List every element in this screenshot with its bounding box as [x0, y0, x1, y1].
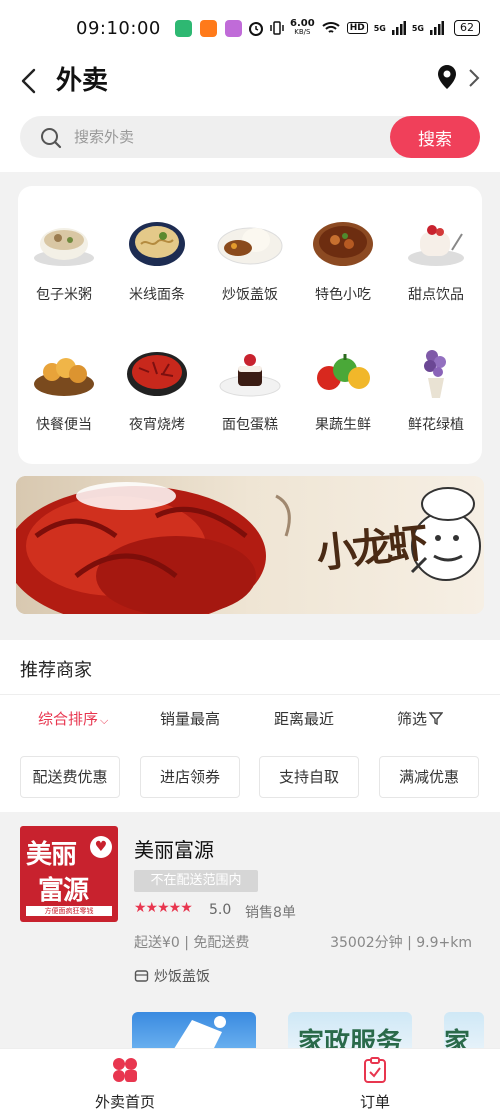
divider: [0, 694, 500, 695]
category-item[interactable]: 夜宵烧烤: [111, 344, 203, 434]
flower-icon: [402, 344, 470, 400]
heart-icon: ♥: [90, 836, 112, 858]
search-bar-container: 搜索: [0, 106, 500, 172]
app-notification-icon: [224, 19, 242, 37]
tag-store-coupon[interactable]: 进店领券: [140, 756, 240, 798]
tag-full-reduction[interactable]: 满减优惠: [379, 756, 479, 798]
out-of-range-badge: 不在配送范围内: [134, 870, 258, 892]
nav-orders[interactable]: 订单: [315, 1057, 435, 1112]
fastfood-icon: [30, 344, 98, 400]
search-icon: [41, 128, 62, 149]
banner-title: 小龙虾: [314, 519, 427, 578]
alarm-icon: [249, 22, 264, 36]
category-item[interactable]: 快餐便当: [18, 344, 110, 434]
rice-icon: [216, 214, 284, 270]
search-bar: 搜索: [20, 116, 480, 158]
delivery-info: 起送¥0 | 免配送费: [134, 935, 250, 951]
vegetable-icon: [309, 344, 377, 400]
shop-name[interactable]: 美丽富源: [134, 834, 214, 863]
page-title: 外卖: [56, 66, 109, 96]
signal-5g-1: 5G: [373, 23, 386, 33]
category-item[interactable]: 面包蛋糕: [204, 344, 296, 434]
sort-distance[interactable]: 距离最近: [274, 708, 334, 729]
category-item[interactable]: 特色小吃: [297, 214, 389, 304]
chevron-right-icon[interactable]: [466, 66, 482, 90]
dessert-icon: [402, 214, 470, 270]
filter-button[interactable]: 筛选: [397, 708, 444, 729]
vibrate-icon: [270, 21, 284, 35]
cake-icon: [216, 344, 284, 400]
mi-icon: [199, 19, 217, 37]
signal-icon: [430, 21, 444, 35]
app-root: { "status_bar": {"time": "09:10:00", "ne…: [0, 0, 500, 1116]
filter-icon: [428, 712, 444, 726]
shop-logo[interactable]: 美丽 ♥ 富源 方便面疯狂零钱: [20, 826, 118, 922]
rating-value: 5.0: [209, 902, 232, 918]
top-header: 外卖: [0, 56, 500, 106]
status-bar: 09:10:00 6.00 KB/S HD 5G 5G 62: [0, 0, 500, 56]
battery-icon: 62: [454, 20, 480, 36]
tag-self-pickup[interactable]: 支持自取: [259, 756, 359, 798]
shop-thumbnail[interactable]: 家政服务: [288, 1012, 412, 1052]
shop-thumbnail[interactable]: [132, 1012, 256, 1052]
snack-icon: [309, 214, 377, 270]
recommend-section: 推荐商家 综合排序 ⌵ 销量最高 距离最近 筛选 配送费优惠 进店领券 支持自取 …: [0, 640, 500, 812]
status-app-icons: [174, 19, 242, 37]
search-input[interactable]: [74, 116, 394, 158]
category-item[interactable]: 甜点饮品: [390, 214, 482, 304]
home-grid-icon: [113, 1058, 137, 1082]
status-right: 6.00 KB/S HD 5G 5G 62: [248, 19, 480, 37]
hd-icon: HD: [346, 22, 368, 34]
signal-icon: [391, 21, 406, 35]
sort-sales[interactable]: 销量最高: [160, 708, 220, 729]
app-notification-icon: [174, 19, 192, 37]
category-grid: 包子米粥 米线面条 炒饭盖饭 特色小吃 甜点饮品 快餐便当 夜宵烧烤 面包蛋糕 …: [18, 186, 482, 464]
recommend-title: 推荐商家: [20, 660, 92, 681]
chevron-down-icon: ⌵: [100, 714, 109, 727]
signal-5g-2: 5G: [411, 23, 424, 33]
cleaning-icon: [172, 1016, 226, 1052]
shop-thumbnail[interactable]: 家: [444, 1012, 484, 1052]
location-pin-icon[interactable]: [436, 64, 458, 90]
nav-home[interactable]: 外卖首页: [65, 1057, 185, 1112]
net-speed: 6.00 KB/S: [290, 18, 315, 37]
bottom-nav: 外卖首页 订单: [0, 1048, 500, 1116]
tag-delivery-discount[interactable]: 配送费优惠: [20, 756, 120, 798]
back-arrow-icon[interactable]: [16, 66, 42, 96]
noodle-icon: [123, 214, 191, 270]
category-item[interactable]: 米线面条: [111, 214, 203, 304]
distance-info: 35002分钟 | 9.9+km: [330, 935, 472, 951]
category-item[interactable]: 鲜花绿植: [390, 344, 482, 434]
sort-comprehensive[interactable]: 综合排序 ⌵: [38, 708, 108, 729]
sales-count: 销售8单: [245, 905, 296, 921]
crayfish-icon: [123, 344, 191, 400]
status-time: 09:10:00: [76, 17, 161, 39]
search-button[interactable]: 搜索: [390, 116, 480, 158]
wifi-icon: [322, 22, 340, 33]
category-item[interactable]: 炒饭盖饭: [204, 214, 296, 304]
category-item[interactable]: 包子米粥: [18, 214, 110, 304]
order-clipboard-icon: [364, 1057, 386, 1083]
store-icon: [134, 970, 149, 982]
congee-icon: [30, 214, 98, 270]
rating-stars: ★★★★★: [134, 900, 193, 916]
promo-banner[interactable]: 小龙虾: [16, 476, 484, 614]
category-item[interactable]: 果蔬生鲜: [297, 344, 389, 434]
shop-category: 炒饭盖饭: [134, 966, 210, 986]
